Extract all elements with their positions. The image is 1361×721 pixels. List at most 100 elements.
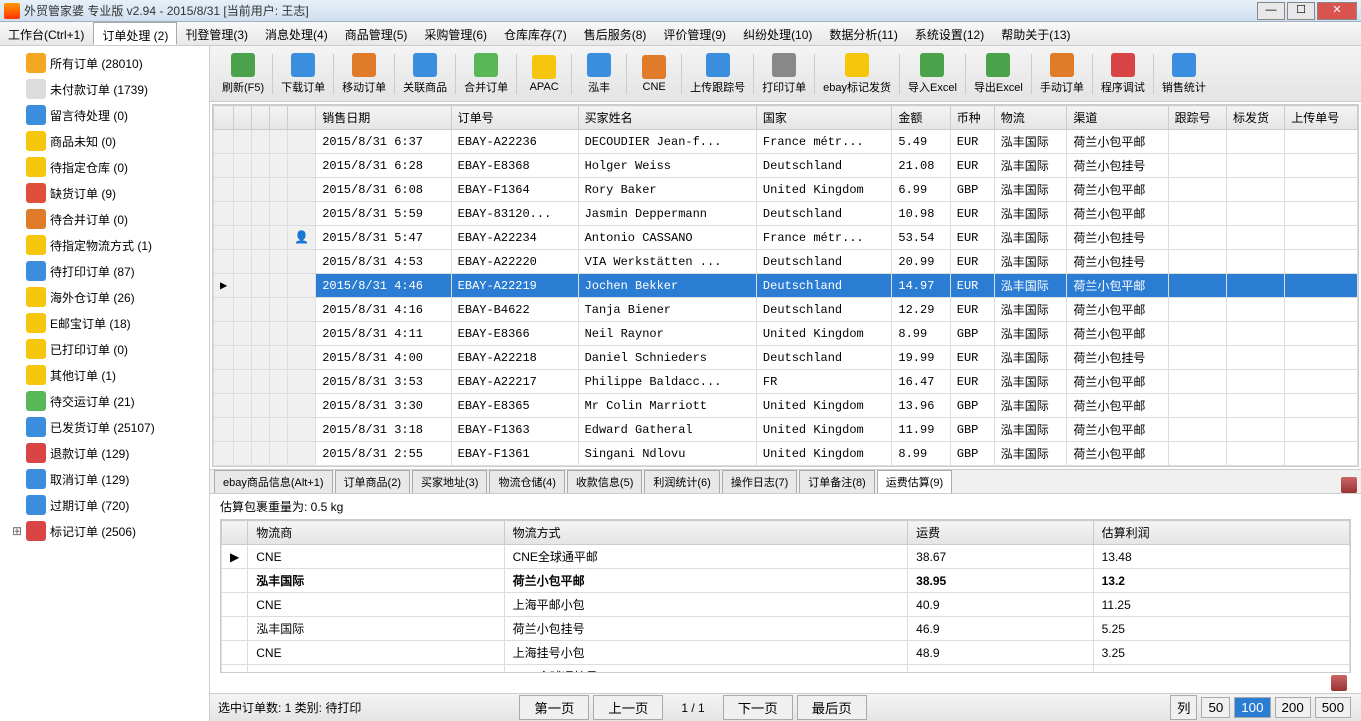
toolbar-12[interactable]: 导出Excel [968,51,1029,97]
col-7[interactable]: 渠道 [1067,106,1168,130]
menu-1[interactable]: 订单处理 (2) [93,22,177,45]
menu-10[interactable]: 数据分析(11) [821,22,906,45]
sidebar-item-14[interactable]: 已发货订单 (25107) [0,414,209,440]
last-page-button[interactable]: 最后页 [797,695,867,720]
pagesize-100[interactable]: 100 [1234,697,1270,718]
pagesize-200[interactable]: 200 [1275,697,1311,718]
toolbar-0[interactable]: 刷新(F5) [216,51,270,97]
order-row[interactable]: 2015/8/31 3:30EBAY-E8365Mr Colin Marriot… [214,394,1358,418]
maximize-button[interactable]: ☐ [1287,2,1315,20]
sidebar-item-1[interactable]: 未付款订单 (1739) [0,76,209,102]
order-row[interactable]: 2015/8/31 4:53EBAY-A22220VIA Werkstätten… [214,250,1358,274]
menu-9[interactable]: 纠纷处理(10) [735,22,821,45]
toolbar-7[interactable]: CNE [629,53,679,95]
menu-4[interactable]: 商品管理(5) [337,22,417,45]
detail-tab-0[interactable]: ebay商品信息(Alt+1) [214,470,333,493]
order-row[interactable]: 2015/8/31 2:55EBAY-F1361Singani NdlovuUn… [214,442,1358,466]
col-8[interactable]: 跟踪号 [1168,106,1226,130]
order-row[interactable]: 2015/8/31 6:37EBAY-A22236DECOUDIER Jean-… [214,130,1358,154]
order-row[interactable]: 2015/8/31 4:16EBAY-B4622Tanja BienerDeut… [214,298,1358,322]
expand-icon[interactable]: ⊞ [12,524,22,538]
detail-tab-6[interactable]: 操作日志(7) [722,470,797,493]
detail-tab-4[interactable]: 收款信息(5) [567,470,642,493]
sidebar-item-17[interactable]: 过期订单 (720) [0,492,209,518]
col-2[interactable]: 买家姓名 [578,106,756,130]
sidebar-item-4[interactable]: 待指定仓库 (0) [0,154,209,180]
prev-page-button[interactable]: 上一页 [593,695,663,720]
menu-0[interactable]: 工作台(Ctrl+1) [0,22,93,45]
detail-tab-1[interactable]: 订单商品(2) [335,470,410,493]
sidebar-item-10[interactable]: E邮宝订单 (18) [0,310,209,336]
sidebar-item-8[interactable]: 待打印订单 (87) [0,258,209,284]
close-button[interactable]: ✕ [1317,2,1357,20]
col-5[interactable]: 币种 [950,106,994,130]
toolbar-9[interactable]: 打印订单 [756,51,812,97]
order-row[interactable]: 👤2015/8/31 5:47EBAY-A22234Antonio CASSAN… [214,226,1358,250]
minimize-button[interactable]: — [1257,2,1285,20]
detail-tab-8[interactable]: 运费估算(9) [877,470,952,493]
orders-grid[interactable]: 销售日期订单号买家姓名国家金额币种物流渠道跟踪号标发货上传单号2015/8/31… [212,104,1359,467]
menu-6[interactable]: 仓库库存(7) [496,22,576,45]
menu-5[interactable]: 采购管理(6) [416,22,496,45]
first-page-button[interactable]: 第一页 [519,695,589,720]
sidebar-item-12[interactable]: 其他订单 (1) [0,362,209,388]
sidebar-item-6[interactable]: 待合并订单 (0) [0,206,209,232]
col-4[interactable]: 金额 [892,106,950,130]
sidebar-item-5[interactable]: 缺货订单 (9) [0,180,209,206]
order-row[interactable]: 2015/8/31 6:08EBAY-F1364Rory BakerUnited… [214,178,1358,202]
sidebar-item-2[interactable]: 留言待处理 (0) [0,102,209,128]
col-1[interactable]: 订单号 [451,106,578,130]
toolbar-10[interactable]: ebay标记发货 [817,51,897,97]
order-row[interactable]: 2015/8/31 3:53EBAY-A22217Philippe Baldac… [214,370,1358,394]
sidebar-item-18[interactable]: ⊞标记订单 (2506) [0,518,209,544]
est-col[interactable]: 物流商 [248,521,504,545]
toolbar-1[interactable]: 下载订单 [275,51,331,97]
col-9[interactable]: 标发货 [1226,106,1284,130]
toolbar-8[interactable]: 上传跟踪号 [684,51,751,97]
sidebar-item-16[interactable]: 取消订单 (129) [0,466,209,492]
detail-tab-7[interactable]: 订单备注(8) [799,470,874,493]
estimate-row[interactable]: 泓丰国际荷兰小包平邮38.9513.2 [222,569,1350,593]
est-col[interactable]: 运费 [908,521,1093,545]
estimate-row[interactable]: 泓丰国际荷兰小包挂号46.95.25 [222,617,1350,641]
estimate-row[interactable]: CNECNE全球通挂号49.772.38 [222,665,1350,674]
toolbar-14[interactable]: 程序调试 [1095,51,1151,97]
toolbar-11[interactable]: 导入Excel [902,51,963,97]
next-page-button[interactable]: 下一页 [723,695,793,720]
estimate-row[interactable]: CNE上海挂号小包48.93.25 [222,641,1350,665]
sidebar-item-7[interactable]: 待指定物流方式 (1) [0,232,209,258]
sidebar-item-15[interactable]: 退款订单 (129) [0,440,209,466]
order-row[interactable]: 2015/8/31 5:59EBAY-83120...Jasmin Depper… [214,202,1358,226]
sidebar-item-0[interactable]: 所有订单 (28010) [0,50,209,76]
menu-7[interactable]: 售后服务(8) [576,22,656,45]
col-3[interactable]: 国家 [756,106,891,130]
order-row[interactable]: 2015/8/31 6:28EBAY-E8368Holger WeissDeut… [214,154,1358,178]
toolbar-3[interactable]: 关联商品 [397,51,453,97]
toolbar-15[interactable]: 销售统计 [1156,51,1212,97]
order-row[interactable]: 2015/8/31 3:18EBAY-F1363Edward GatheralU… [214,418,1358,442]
book-icon[interactable] [1331,675,1347,691]
col-0[interactable]: 销售日期 [316,106,451,130]
menu-3[interactable]: 消息处理(4) [257,22,337,45]
toolbar-5[interactable]: APAC [519,53,569,95]
toolbar-13[interactable]: 手动订单 [1034,51,1090,97]
order-row[interactable]: 2015/8/31 4:11EBAY-E8366Neil RaynorUnite… [214,322,1358,346]
detail-tab-5[interactable]: 利润统计(6) [644,470,719,493]
col-10[interactable]: 上传单号 [1285,106,1358,130]
detail-tab-2[interactable]: 买家地址(3) [412,470,487,493]
estimate-grid[interactable]: 物流商物流方式运费估算利润▶CNECNE全球通平邮38.6713.48泓丰国际荷… [220,519,1351,673]
toolbar-4[interactable]: 合并订单 [458,51,514,97]
sidebar-item-11[interactable]: 已打印订单 (0) [0,336,209,362]
detail-tab-3[interactable]: 物流仓储(4) [489,470,564,493]
estimate-row[interactable]: ▶CNECNE全球通平邮38.6713.48 [222,545,1350,569]
pagesize-500[interactable]: 500 [1315,697,1351,718]
sidebar-item-3[interactable]: 商品未知 (0) [0,128,209,154]
menu-2[interactable]: 刊登管理(3) [177,22,257,45]
sidebar-item-9[interactable]: 海外仓订单 (26) [0,284,209,310]
est-col[interactable]: 物流方式 [504,521,908,545]
pagesize-50[interactable]: 50 [1201,697,1230,718]
sidebar-item-13[interactable]: 待交运订单 (21) [0,388,209,414]
menu-8[interactable]: 评价管理(9) [655,22,735,45]
book-icon[interactable] [1341,477,1357,493]
menu-11[interactable]: 系统设置(12) [907,22,993,45]
